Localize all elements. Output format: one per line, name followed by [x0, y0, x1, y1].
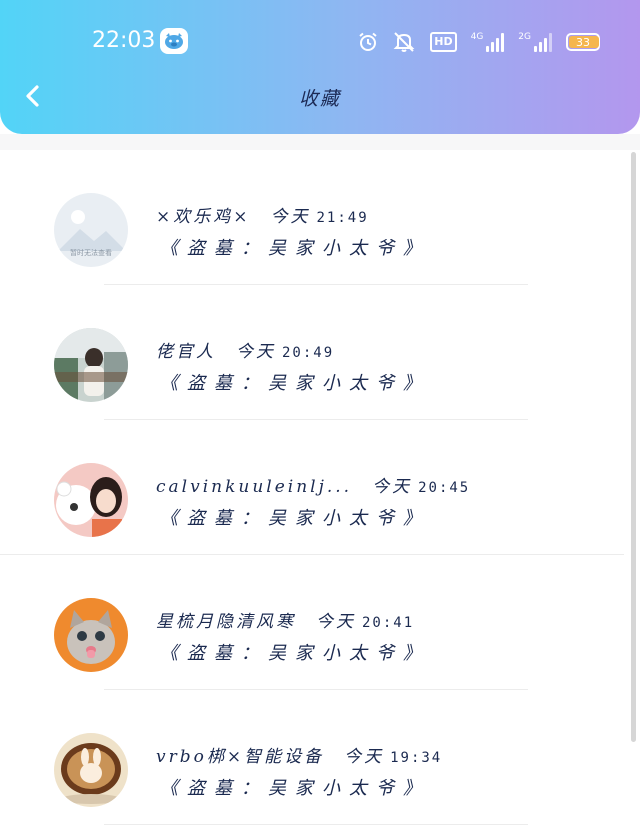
favorite-username: vrbo梆×智能设备: [156, 747, 325, 767]
battery-level: 33: [576, 35, 590, 49]
favorite-meta: vrbo梆×智能设备 今天 19:34: [156, 742, 442, 767]
favorite-content: 《盗墓：吴家小太爷》: [160, 508, 430, 529]
favorite-username: ×欢乐鸡×: [156, 207, 251, 227]
list-item[interactable]: calvinkuuleinlj... 今天 20:45 《盗墓：吴家小太爷》: [0, 420, 640, 555]
favorite-time: 21:49: [316, 210, 369, 226]
hd-icon: HD: [430, 32, 457, 52]
header-bar: 22:03 HD 4G 2G 33 收藏: [0, 0, 640, 134]
favorite-date: 今天: [344, 747, 385, 767]
list-item[interactable]: 星梳月隐清风寒 今天 20:41 《盗墓：吴家小太爷》: [0, 555, 640, 690]
avatar[interactable]: 暂时无法查看: [54, 193, 128, 267]
favorite-date: 今天: [236, 342, 276, 362]
avatar-placeholder-text: 暂时无法查看: [70, 248, 112, 257]
favorite-username: 佬官人: [156, 342, 216, 362]
network-label-2g: 2G: [518, 32, 531, 42]
signal-2g-icon: 2G: [518, 32, 552, 52]
signal-4g-icon: 4G: [471, 32, 505, 52]
scrollbar[interactable]: [631, 152, 636, 742]
pig-app-icon: [160, 28, 188, 54]
favorite-time: 20:45: [418, 480, 471, 496]
favorite-meta: 佬官人 今天 20:49: [156, 337, 334, 362]
favorite-meta: 星梳月隐清风寒 今天 20:41: [156, 607, 414, 632]
network-label-4g: 4G: [470, 32, 484, 42]
favorite-date: 今天: [372, 477, 413, 497]
favorite-time: 20:41: [362, 615, 415, 631]
favorite-content: 《盗墓：吴家小太爷》: [160, 373, 430, 394]
alarm-icon: [359, 32, 377, 51]
favorite-date: 今天: [270, 207, 311, 227]
favorite-meta: calvinkuuleinlj... 今天 20:45: [156, 472, 470, 497]
header-spacer: [0, 134, 640, 150]
mute-icon: [393, 32, 415, 52]
favorite-username: calvinkuuleinlj...: [156, 477, 353, 497]
avatar[interactable]: [54, 328, 128, 402]
favorite-time: 20:49: [282, 345, 335, 361]
list-item[interactable]: 佬官人 今天 20:49 《盗墓：吴家小太爷》: [0, 285, 640, 420]
favorite-content: 《盗墓：吴家小太爷》: [160, 778, 430, 799]
favorite-content: 《盗墓：吴家小太爷》: [160, 643, 430, 664]
divider: [104, 824, 528, 825]
favorite-date: 今天: [316, 612, 356, 632]
list-item[interactable]: vrbo梆×智能设备 今天 19:34 《盗墓：吴家小太爷》: [0, 690, 640, 825]
favorite-username: 星梳月隐清风寒: [156, 612, 296, 632]
avatar[interactable]: [54, 463, 128, 537]
avatar[interactable]: [54, 598, 128, 672]
battery-icon: 33: [566, 33, 600, 51]
status-icons: HD 4G 2G 33: [358, 30, 600, 54]
page-title: 收藏: [298, 88, 341, 110]
status-bar: 22:03 HD 4G 2G 33: [0, 22, 640, 62]
list-item[interactable]: 暂时无法查看 ×欢乐鸡× 今天 21:49 《盗墓：吴家小太爷》: [0, 150, 640, 285]
favorites-list: 暂时无法查看 ×欢乐鸡× 今天 21:49 《盗墓：吴家小太爷》 佬官人 今天 20:4…: [0, 150, 640, 825]
favorite-time: 19:34: [390, 750, 443, 766]
status-time: 22:03: [92, 28, 156, 53]
favorite-meta: ×欢乐鸡× 今天 21:49: [156, 202, 369, 227]
avatar[interactable]: [54, 733, 128, 807]
favorite-content: 《盗墓：吴家小太爷》: [160, 238, 430, 259]
